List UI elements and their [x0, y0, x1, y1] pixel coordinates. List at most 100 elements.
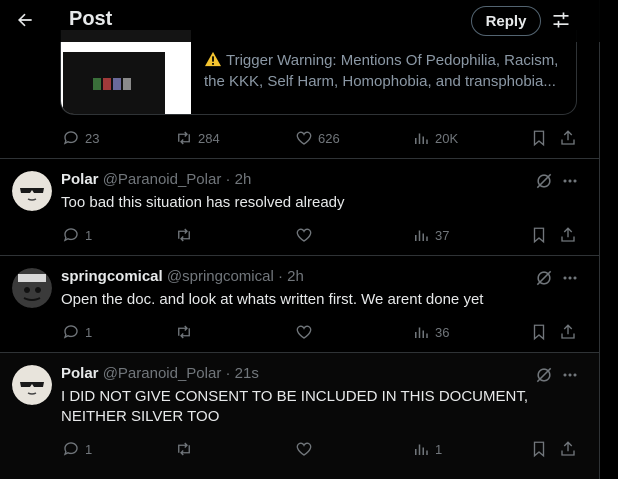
heart-icon — [296, 442, 312, 456]
reply-icon — [63, 131, 78, 145]
reply-icon — [63, 325, 78, 339]
display-name[interactable]: Polar — [61, 365, 99, 382]
display-name[interactable]: Polar — [61, 171, 99, 188]
bookmark-action[interactable] — [530, 128, 548, 148]
reply-button[interactable]: Reply — [471, 6, 541, 36]
warning-icon — [205, 51, 221, 67]
repost-icon — [178, 442, 190, 456]
quoted-post-thumbnail — [61, 30, 191, 114]
reply-text: I DID NOT GIVE CONSENT TO BE INCLUDED IN… — [61, 388, 529, 425]
reply-action[interactable]: 1 — [62, 322, 92, 342]
reply-action[interactable]: 23 — [62, 128, 99, 148]
like-count: 626 — [318, 130, 340, 146]
share-icon — [561, 441, 575, 456]
views-chart-icon — [415, 230, 428, 241]
thumbnail-detail — [123, 78, 131, 90]
bookmark-action[interactable] — [530, 322, 548, 342]
like-action[interactable] — [295, 225, 313, 245]
column-border — [599, 0, 600, 479]
like-action[interactable] — [295, 322, 313, 342]
like-action[interactable] — [295, 439, 313, 459]
sliders-icon[interactable] — [549, 8, 573, 32]
back-arrow-icon[interactable] — [12, 7, 38, 33]
timestamp[interactable]: 2h — [287, 268, 304, 285]
display-name[interactable]: springcomical — [61, 268, 163, 285]
grok-icon[interactable] — [534, 365, 554, 385]
reply-header: springcomical @springcomical · 2h — [61, 268, 304, 285]
quoted-post-text: Trigger Warning: Mentions Of Pedophilia,… — [204, 50, 572, 92]
reply-icon — [63, 228, 78, 242]
view-count: 1 — [435, 441, 443, 457]
reply-post[interactable]: Polar @Paranoid_Polar · 2h Too bad this … — [0, 159, 600, 255]
reply-text: Too bad this situation has resolved alre… — [61, 194, 345, 211]
repost-action[interactable] — [175, 322, 193, 342]
share-action[interactable] — [559, 439, 577, 459]
reply-actions: 1 37 — [60, 225, 580, 245]
like-action[interactable]: 626 — [295, 128, 340, 148]
reply-action[interactable]: 1 — [62, 225, 92, 245]
share-icon — [561, 130, 575, 145]
bookmark-icon — [533, 227, 545, 244]
repost-icon — [178, 325, 190, 339]
heart-icon — [296, 325, 312, 339]
view-count: 36 — [435, 324, 450, 340]
reply-post[interactable]: Polar @Paranoid_Polar · 21s I DID NOT GI… — [0, 353, 600, 479]
views-action[interactable]: 20K — [412, 128, 458, 148]
bookmark-action[interactable] — [530, 225, 548, 245]
quoted-post-card[interactable]: Trigger Warning: Mentions Of Pedophilia,… — [60, 30, 577, 115]
top-bar: Post Reply — [0, 0, 600, 42]
repost-action[interactable]: 284 — [175, 128, 220, 148]
thumbnail-detail — [113, 78, 121, 90]
views-chart-icon — [415, 327, 428, 338]
heart-icon — [296, 131, 312, 145]
reply-count: 23 — [85, 130, 100, 146]
more-options-icon[interactable] — [560, 268, 580, 288]
timestamp[interactable]: 21s — [235, 365, 259, 382]
repost-count: 284 — [198, 130, 220, 146]
share-icon — [561, 324, 575, 339]
views-chart-icon — [415, 444, 428, 455]
bookmark-action[interactable] — [530, 439, 548, 459]
more-options-icon[interactable] — [560, 171, 580, 191]
view-count: 20K — [435, 130, 459, 146]
repost-action[interactable] — [175, 439, 193, 459]
bookmark-icon — [533, 130, 545, 147]
heart-icon — [296, 228, 312, 242]
reply-actions: 1 36 — [60, 322, 580, 342]
timestamp[interactable]: 2h — [235, 171, 252, 188]
avatar[interactable] — [12, 171, 52, 211]
views-action[interactable]: 1 — [412, 439, 442, 459]
reply-actions: 1 1 — [60, 439, 580, 459]
reply-header: Polar @Paranoid_Polar · 2h — [61, 171, 251, 188]
user-handle[interactable]: @Paranoid_Polar — [103, 171, 222, 188]
avatar[interactable] — [12, 365, 52, 405]
grok-icon[interactable] — [534, 268, 554, 288]
share-action[interactable] — [559, 322, 577, 342]
views-action[interactable]: 36 — [412, 322, 449, 342]
reply-header: Polar @Paranoid_Polar · 21s — [61, 365, 259, 382]
thumbnail-detail — [103, 78, 111, 90]
more-options-icon[interactable] — [560, 365, 580, 385]
quoted-post-body: Trigger Warning: Mentions Of Pedophilia,… — [204, 52, 559, 90]
share-action[interactable] — [559, 225, 577, 245]
share-action[interactable] — [559, 128, 577, 148]
thumbnail-detail — [93, 78, 101, 90]
grok-icon[interactable] — [534, 171, 554, 191]
views-chart-icon — [415, 133, 428, 144]
reply-count: 1 — [85, 441, 93, 457]
reply-post[interactable]: springcomical @springcomical · 2h Open t… — [0, 256, 600, 352]
separator-dot: · — [277, 268, 283, 285]
avatar[interactable] — [12, 268, 52, 308]
thumbnail-image — [63, 52, 165, 114]
reply-count: 1 — [85, 227, 93, 243]
reply-action[interactable]: 1 — [62, 439, 92, 459]
reply-icon — [63, 442, 78, 456]
user-handle[interactable]: @springcomical — [167, 268, 274, 285]
view-count: 37 — [435, 227, 450, 243]
repost-action[interactable] — [175, 225, 193, 245]
views-action[interactable]: 37 — [412, 225, 449, 245]
page-title: Post — [69, 8, 113, 30]
reply-count: 1 — [85, 324, 93, 340]
separator-dot: · — [225, 171, 231, 188]
user-handle[interactable]: @Paranoid_Polar — [103, 365, 222, 382]
